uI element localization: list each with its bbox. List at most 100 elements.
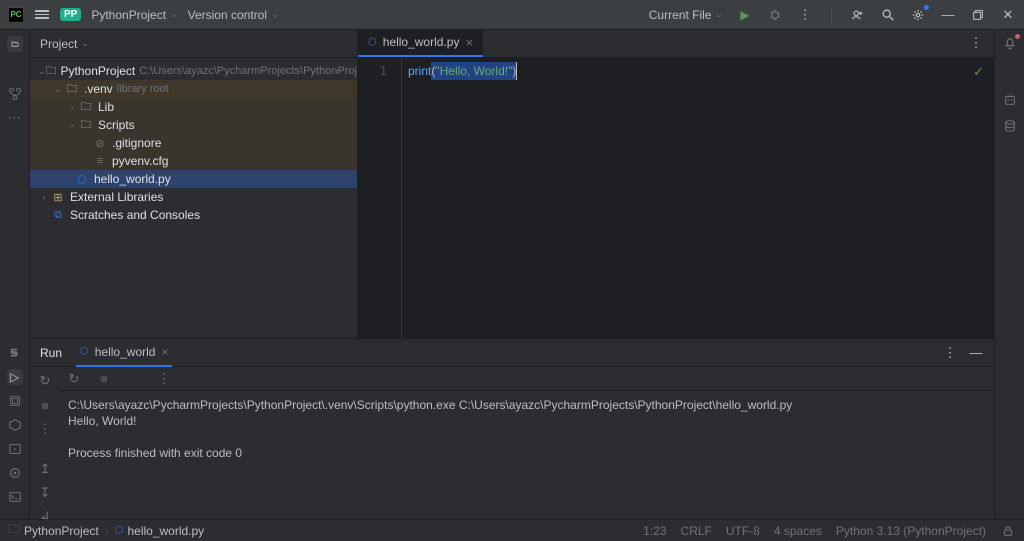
run-options-icon[interactable]: ⋮ xyxy=(942,345,958,361)
tree-lib[interactable]: ›🗀Lib xyxy=(30,98,357,116)
step-down-icon[interactable]: ↧ xyxy=(37,485,53,501)
project-path-label: C:\Users\ayazc\PycharmProjects\PythonPro… xyxy=(139,65,357,77)
python-packages-tool-icon[interactable] xyxy=(7,393,23,409)
editor-tab-hello-world[interactable]: ⬡ hello_world.py × xyxy=(358,30,483,57)
chevron-down-icon: ⌄ xyxy=(81,38,89,49)
expand-icon[interactable]: › xyxy=(66,120,78,130)
expand-icon[interactable]: › xyxy=(38,192,50,202)
database-tool-icon[interactable] xyxy=(1002,118,1018,134)
editor-gutter: 1 xyxy=(358,58,402,338)
project-name-label: PythonProject xyxy=(91,8,166,22)
more-icon[interactable]: ⋮ xyxy=(156,371,172,387)
stop-icon[interactable]: ■ xyxy=(96,371,112,387)
inspection-ok-icon[interactable]: ✓ xyxy=(973,64,984,80)
python-console-tool-icon[interactable] xyxy=(7,345,23,361)
run-tab[interactable]: ⬡ hello_world × xyxy=(76,339,172,367)
indent-spec[interactable]: 4 spaces xyxy=(774,524,822,538)
services-tool-icon[interactable] xyxy=(7,417,23,433)
cursor-position[interactable]: 1:23 xyxy=(643,524,666,538)
tree-external-libraries[interactable]: ›⊞ External Libraries xyxy=(30,188,357,206)
project-dropdown[interactable]: PythonProject ⌄ xyxy=(91,8,177,22)
run-tool-icon[interactable]: ▷ xyxy=(7,369,23,385)
vcs-dropdown[interactable]: Version control⌄ xyxy=(188,8,279,22)
run-action-toolbar: ↻ ■ ⋮ ↥ ↧ ↲ ⤓ ⎙ › xyxy=(30,367,60,519)
line-separator[interactable]: CRLF xyxy=(681,524,712,538)
run-icon[interactable]: ▶ xyxy=(737,7,753,23)
more-icon[interactable]: ⋮ xyxy=(797,7,813,23)
tree-gitignore[interactable]: ›⊘.gitignore xyxy=(30,134,357,152)
libraries-icon: ⊞ xyxy=(50,191,66,204)
debug-icon[interactable] xyxy=(767,7,783,23)
app-logo-icon: PC xyxy=(8,7,24,23)
line-number: 1 xyxy=(358,62,401,80)
readonly-lock-icon[interactable] xyxy=(1000,523,1016,539)
close-icon[interactable]: ✕ xyxy=(1000,7,1016,23)
minimize-icon[interactable]: — xyxy=(940,7,956,23)
stop-icon[interactable]: ■ xyxy=(37,397,53,413)
status-bar: 🗀PythonProject › ⬡hello_world.py 1:23 CR… xyxy=(0,519,1024,541)
hide-panel-icon[interactable]: — xyxy=(968,345,984,361)
chevron-down-icon: ⌄ xyxy=(271,9,279,20)
folder-icon: 🗀 xyxy=(8,520,20,541)
right-tool-stripe xyxy=(994,30,1024,519)
problems-tool-icon[interactable] xyxy=(7,441,23,457)
venv-hint-label: library root xyxy=(117,83,169,95)
pyvenv-label: pyvenv.cfg xyxy=(112,154,168,168)
file-encoding[interactable]: UTF-8 xyxy=(726,524,760,538)
run-config-dropdown[interactable]: Current File⌄ xyxy=(649,8,723,22)
code-with-me-icon[interactable] xyxy=(850,7,866,23)
vcs-tool-icon[interactable] xyxy=(7,465,23,481)
python-file-icon: ⬡ xyxy=(80,346,89,357)
venv-label: .venv xyxy=(84,82,113,96)
soft-wrap-icon[interactable]: ↲ xyxy=(37,509,53,519)
restore-icon[interactable] xyxy=(970,7,986,23)
close-tab-icon[interactable]: × xyxy=(465,35,473,50)
breadcrumb[interactable]: ⬡hello_world.py xyxy=(115,524,204,538)
breadcrumb[interactable]: 🗀PythonProject xyxy=(8,520,99,541)
extlib-label: External Libraries xyxy=(70,190,163,204)
project-view-dropdown[interactable]: Project⌄ xyxy=(40,37,89,51)
search-icon[interactable] xyxy=(880,7,896,23)
ai-assistant-icon[interactable] xyxy=(1002,92,1018,108)
console-output[interactable]: C:\Users\ayazc\PycharmProjects\PythonPro… xyxy=(60,391,994,519)
folder-icon: 🗀 xyxy=(78,98,94,117)
run-title-label: Run xyxy=(40,346,62,360)
structure-tool-icon[interactable] xyxy=(7,86,23,102)
project-tool-icon[interactable] xyxy=(7,36,23,52)
python-interpreter[interactable]: Python 3.13 (PythonProject) xyxy=(836,524,986,538)
editor-pane: ⬡ hello_world.py × ⋮ 1 print("Hello, Wor… xyxy=(358,30,994,338)
tree-pyvenv[interactable]: ›≡pyvenv.cfg xyxy=(30,152,357,170)
editor-tab-label: hello_world.py xyxy=(383,35,460,49)
chevron-down-icon: ⌄ xyxy=(170,9,178,20)
run-tool-window: Run ⬡ hello_world × ⋮ — ↻ ■ ⋮ ↥ ↧ ↲ ⤓ ⎙ › ↻… xyxy=(30,339,994,519)
main-menu-icon[interactable] xyxy=(34,7,50,23)
close-tab-icon[interactable]: × xyxy=(161,345,168,359)
notifications-icon[interactable] xyxy=(1002,36,1018,52)
tree-scratches[interactable]: ⧉Scratches and Consoles xyxy=(30,206,357,224)
expand-icon[interactable]: › xyxy=(66,102,78,112)
python-file-icon: ⬡ xyxy=(368,37,377,48)
rerun-icon[interactable]: ↻ xyxy=(37,373,53,389)
scratches-label: Scratches and Consoles xyxy=(70,208,200,222)
text-cursor xyxy=(516,62,517,80)
project-tree: ⌄🗀PythonProjectC:\Users\ayazc\PycharmPro… xyxy=(30,58,357,338)
rerun-icon[interactable]: ↻ xyxy=(66,371,82,387)
more-tool-icon[interactable]: ⋯ xyxy=(7,110,23,126)
tree-hello-world[interactable]: ›⬡hello_world.py xyxy=(30,170,357,188)
tab-options-icon[interactable]: ⋮ xyxy=(968,35,984,51)
editor-tabs: ⬡ hello_world.py × ⋮ xyxy=(358,30,994,58)
collapse-icon[interactable]: ⌄ xyxy=(38,66,46,77)
code-token: print xyxy=(408,62,431,80)
settings-icon[interactable] xyxy=(910,7,926,23)
tree-root[interactable]: ⌄🗀PythonProjectC:\Users\ayazc\PycharmPro… xyxy=(30,62,357,80)
tree-scripts[interactable]: ›🗀Scripts xyxy=(30,116,357,134)
editor-code-area[interactable]: print("Hello, World!") xyxy=(402,58,994,338)
step-up-icon[interactable]: ↥ xyxy=(37,461,53,477)
terminal-tool-icon[interactable] xyxy=(7,489,23,505)
run-tab-label: hello_world xyxy=(95,345,156,359)
title-bar: PC PP PythonProject⌄ Version control⌄ Cu… xyxy=(0,0,1024,30)
tree-venv[interactable]: ⌄🗀.venvlibrary root xyxy=(30,80,357,98)
more-actions-icon[interactable]: ⋮ xyxy=(37,421,53,437)
collapse-icon[interactable]: ⌄ xyxy=(52,84,64,95)
hello-label: hello_world.py xyxy=(94,172,171,186)
